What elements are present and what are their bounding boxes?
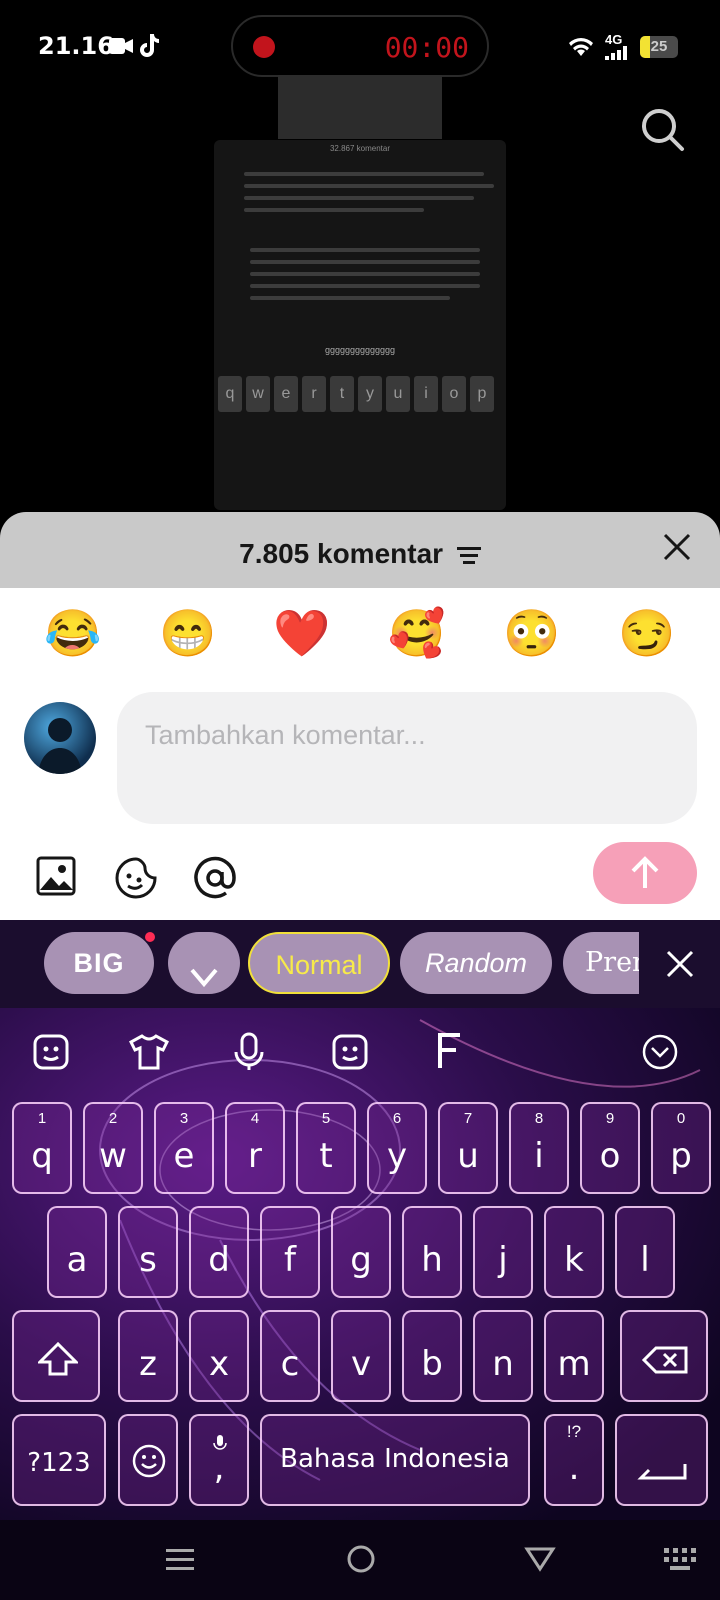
- key-b[interactable]: b: [402, 1310, 462, 1402]
- notification-dot: [145, 932, 155, 942]
- backspace-icon: [641, 1344, 688, 1383]
- thumb-keyboard: qwertyuiop: [214, 376, 506, 412]
- key-p[interactable]: 0p: [651, 1102, 711, 1194]
- shift-arrow-icon: [36, 1341, 80, 1385]
- font-chip-premium[interactable]: Prem: [563, 932, 639, 994]
- battery-icon: 25: [640, 36, 678, 58]
- key-n[interactable]: n: [473, 1310, 533, 1402]
- chevron-down-icon: [188, 950, 220, 1012]
- key-u[interactable]: 7u: [438, 1102, 498, 1194]
- close-icon[interactable]: [662, 532, 692, 567]
- emoji-smirk[interactable]: 😏: [612, 606, 682, 661]
- comments-sheet-header: 7.805 komentar: [0, 512, 720, 588]
- key-d[interactable]: d: [189, 1206, 249, 1298]
- space-key[interactable]: Bahasa Indonesia: [260, 1414, 530, 1506]
- background-thumb-top: [278, 75, 442, 139]
- home-icon[interactable]: [346, 1544, 376, 1579]
- tiktok-icon: [138, 32, 160, 63]
- system-navigation-bar: [0, 1520, 720, 1600]
- emoji-grin[interactable]: 😁: [153, 606, 223, 661]
- font-chip-big[interactable]: BIG: [44, 932, 154, 994]
- emoji-key[interactable]: [118, 1414, 178, 1506]
- key-f[interactable]: f: [260, 1206, 320, 1298]
- key-c[interactable]: c: [260, 1310, 320, 1402]
- comma-key[interactable]: ,: [189, 1414, 249, 1506]
- smiley-icon: [132, 1444, 166, 1487]
- emoji-laughing-tears[interactable]: 😂: [38, 606, 108, 661]
- key-m[interactable]: m: [544, 1310, 604, 1402]
- key-l[interactable]: l: [615, 1206, 675, 1298]
- key-x[interactable]: x: [189, 1310, 249, 1402]
- enter-key[interactable]: [615, 1414, 708, 1506]
- menu-icon[interactable]: [166, 1546, 194, 1579]
- background-video-thumbnail[interactable]: 32.867 komentar gggggggggggggg qwertyuio…: [214, 140, 506, 510]
- font-chip-normal[interactable]: Normal: [248, 932, 390, 994]
- thumb-comment-count: 32.867 komentar: [329, 144, 391, 153]
- key-q[interactable]: 1q: [12, 1102, 72, 1194]
- screen-recording-indicator[interactable]: 00:00: [231, 15, 489, 77]
- sticker-icon[interactable]: [114, 856, 158, 905]
- key-z[interactable]: z: [118, 1310, 178, 1402]
- enter-icon: [637, 1452, 687, 1491]
- key-r[interactable]: 4r: [225, 1102, 285, 1194]
- record-dot-icon: [253, 36, 275, 58]
- font-style-icon[interactable]: [436, 1032, 464, 1075]
- key-h[interactable]: h: [402, 1206, 462, 1298]
- video-camera-icon: [109, 36, 133, 61]
- collapse-keyboard-icon[interactable]: [642, 1034, 678, 1075]
- wifi-icon: [566, 34, 596, 63]
- thumb-typed-text: gggggggggggggg: [324, 345, 396, 355]
- close-toolbar-icon[interactable]: [666, 950, 694, 983]
- network-type: 4G: [605, 32, 623, 47]
- backspace-key[interactable]: [620, 1310, 708, 1402]
- emoji-flushed[interactable]: 😳: [497, 606, 567, 661]
- key-i[interactable]: 8i: [509, 1102, 569, 1194]
- keyboard-switch-icon[interactable]: [664, 1548, 698, 1577]
- back-icon[interactable]: [524, 1546, 556, 1577]
- period-key[interactable]: !?.: [544, 1414, 604, 1506]
- key-w[interactable]: 2w: [83, 1102, 143, 1194]
- key-j[interactable]: j: [473, 1206, 533, 1298]
- theme-shirt-icon[interactable]: [129, 1034, 169, 1075]
- key-y[interactable]: 6y: [367, 1102, 427, 1194]
- emoji-keyboard-icon[interactable]: [332, 1034, 368, 1075]
- key-g[interactable]: g: [331, 1206, 391, 1298]
- font-chip-random[interactable]: Random: [400, 932, 552, 994]
- mention-icon[interactable]: [193, 856, 237, 905]
- comment-input-placeholder: Tambahkan komentar...: [145, 720, 426, 750]
- key-a[interactable]: a: [47, 1206, 107, 1298]
- send-button[interactable]: [593, 842, 697, 904]
- arrow-up-icon: [630, 856, 660, 895]
- key-t[interactable]: 5t: [296, 1102, 356, 1194]
- image-icon[interactable]: [36, 856, 76, 901]
- signal-icon: [605, 46, 627, 65]
- status-time: 21.16: [38, 32, 114, 60]
- key-o[interactable]: 9o: [580, 1102, 640, 1194]
- key-s[interactable]: s: [118, 1206, 178, 1298]
- emoji-heart[interactable]: ❤️: [267, 606, 337, 661]
- search-icon[interactable]: [640, 107, 686, 158]
- comments-title-row[interactable]: 7.805 komentar: [0, 538, 720, 572]
- user-avatar[interactable]: [24, 702, 96, 774]
- key-k[interactable]: k: [544, 1206, 604, 1298]
- comment-input[interactable]: Tambahkan komentar...: [117, 692, 697, 824]
- sort-filter-icon[interactable]: [456, 540, 481, 572]
- expand-fonts-button[interactable]: [168, 932, 240, 994]
- battery-level: 25: [650, 38, 668, 55]
- key-e[interactable]: 3e: [154, 1102, 214, 1194]
- shift-key[interactable]: [12, 1310, 100, 1402]
- symbols-key[interactable]: ?123: [12, 1414, 106, 1506]
- comment-count-title: 7.805 komentar: [239, 538, 444, 569]
- key-v[interactable]: v: [331, 1310, 391, 1402]
- keyboard-app-icon[interactable]: [33, 1034, 69, 1075]
- recording-timer: 00:00: [384, 31, 469, 64]
- microphone-icon[interactable]: [233, 1032, 265, 1077]
- emoji-hearts-face[interactable]: 🥰: [382, 606, 452, 661]
